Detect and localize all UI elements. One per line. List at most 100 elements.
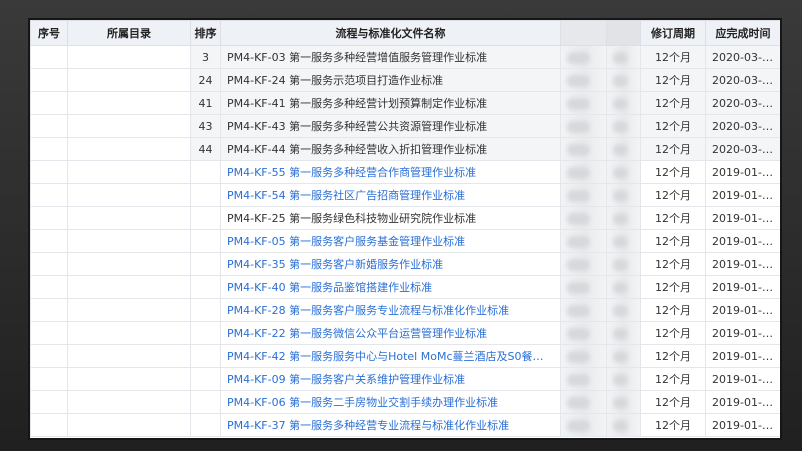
revision-period-cell: 12个月 — [640, 68, 706, 92]
table-row[interactable]: PM4-KF-28 第一服务客户服务专业流程与标准化作业标准 12个月 2019-0… — [30, 298, 780, 322]
file-name-cell[interactable]: PM4-KF-28 第一服务客户服务专业流程与标准化作业标准 — [220, 298, 561, 322]
revision-period-cell: 12个月 — [640, 413, 706, 437]
due-date-cell: 2019-01-15 — [705, 390, 780, 414]
redacted-text — [613, 419, 628, 432]
redacted-cell-2 — [606, 367, 641, 391]
order-cell — [190, 252, 221, 276]
revision-period-cell: 12个月 — [640, 275, 706, 299]
file-name-cell[interactable]: PM4-KF-06 第一服务二手房物业交割手续办理作业标准 — [220, 390, 561, 414]
seq-cell — [30, 45, 68, 69]
due-date-cell: 2019-01-15 — [705, 413, 780, 437]
redacted-cell-2 — [606, 45, 641, 69]
order-cell — [190, 367, 221, 391]
redacted-cell-1 — [560, 183, 607, 207]
seq-cell — [30, 252, 68, 276]
revision-period-cell: 12个月 — [640, 390, 706, 414]
file-name-cell[interactable]: PM4-KF-55 第一服务多种经营合作商管理作业标准 — [220, 160, 561, 184]
table-row[interactable]: PM4-KF-35 第一服务客户新婚服务作业标准 12个月 2019-01-15 — [30, 252, 780, 276]
table-row[interactable]: 3 PM4-KF-03 第一服务多种经营增值服务管理作业标准 12个月 2020-03… — [30, 45, 780, 69]
order-cell: 24 — [190, 68, 221, 92]
revision-period-cell: 12个月 — [640, 45, 706, 69]
redacted-text — [567, 281, 591, 294]
table-row[interactable]: PM4-KF-25 第一服务绿色科技物业研究院作业标准 12个月 2019-01-1… — [30, 206, 780, 230]
file-name-cell: PM4-KF-24 第一服务示范项目打造作业标准 — [220, 68, 561, 92]
due-date-cell: 2019-01-15 — [705, 160, 780, 184]
header-due-date[interactable]: 应完成时间 — [705, 20, 780, 46]
due-date-cell: 2019-01-15 — [705, 206, 780, 230]
directory-cell — [67, 321, 191, 345]
revision-period-cell: 12个月 — [640, 367, 706, 391]
seq-cell — [30, 413, 68, 437]
order-cell: 41 — [190, 91, 221, 115]
redacted-text — [567, 419, 591, 432]
file-name-cell: PM4-KF-03 第一服务多种经营增值服务管理作业标准 — [220, 45, 561, 69]
file-name-cell[interactable]: PM4-KF-35 第一服务客户新婚服务作业标准 — [220, 252, 561, 276]
redacted-cell-2 — [606, 68, 641, 92]
document-list-screen: 序号 所属目录 排序 流程与标准化文件名称 修订周期 应完成时间 3 PM4-KF… — [30, 20, 780, 438]
header-directory[interactable]: 所属目录 — [67, 20, 191, 46]
redacted-cell-2 — [606, 413, 641, 437]
file-name-cell[interactable]: PM4-KF-37 第一服务多种经营专业流程与标准化作业标准 — [220, 413, 561, 437]
table-row[interactable]: PM4-KF-37 第一服务多种经营专业流程与标准化作业标准 12个月 2019-0… — [30, 413, 780, 437]
revision-period-cell: 12个月 — [640, 91, 706, 115]
due-date-cell: 2020-03-05 — [705, 91, 780, 115]
due-date-cell: 2019-01-15 — [705, 229, 780, 253]
due-date-cell: 2019-01-15 — [705, 344, 780, 368]
redacted-text — [567, 327, 591, 340]
table-row[interactable]: 44 PM4-KF-44 第一服务多种经营收入折扣管理作业标准 12个月 2020-0… — [30, 137, 780, 161]
table-row[interactable]: PM4-KF-42 第一服务服务中心与Hotel MoMc蔓兰酒店及S0餐厅协作… — [30, 344, 780, 368]
table-header: 序号 所属目录 排序 流程与标准化文件名称 修订周期 应完成时间 — [30, 20, 780, 46]
table-row[interactable]: PM4-KF-40 第一服务品鉴馆搭建作业标准 12个月 2019-01-15 — [30, 275, 780, 299]
redacted-text — [567, 166, 591, 179]
seq-cell — [30, 367, 68, 391]
table-row[interactable]: PM4-KF-55 第一服务多种经营合作商管理作业标准 12个月 2019-01-1… — [30, 160, 780, 184]
redacted-text — [567, 143, 591, 156]
order-cell — [190, 275, 221, 299]
order-cell — [190, 206, 221, 230]
redacted-cell-1 — [560, 160, 607, 184]
file-name-cell[interactable]: PM4-KF-22 第一服务微信公众平台运营管理作业标准 — [220, 321, 561, 345]
revision-period-cell: 12个月 — [640, 114, 706, 138]
redacted-cell-2 — [606, 183, 641, 207]
due-date-cell: 2020-03-06 — [705, 137, 780, 161]
header-seq[interactable]: 序号 — [30, 20, 68, 46]
seq-cell — [30, 114, 68, 138]
file-name-cell[interactable]: PM4-KF-09 第一服务客户关系维护管理作业标准 — [220, 367, 561, 391]
redacted-cell-2 — [606, 321, 641, 345]
directory-cell — [67, 206, 191, 230]
directory-cell — [67, 275, 191, 299]
table-row[interactable]: 24 PM4-KF-24 第一服务示范项目打造作业标准 12个月 2020-03-05 — [30, 68, 780, 92]
order-cell: 3 — [190, 45, 221, 69]
header-revision-period[interactable]: 修订周期 — [640, 20, 706, 46]
table-row[interactable]: PM4-KF-06 第一服务二手房物业交割手续办理作业标准 12个月 2019-01… — [30, 390, 780, 414]
table-row[interactable]: 41 PM4-KF-41 第一服务多种经营计划预算制定作业标准 12个月 2020-0… — [30, 91, 780, 115]
directory-cell — [67, 344, 191, 368]
table-row[interactable]: PM4-KF-54 第一服务社区广告招商管理作业标准 12个月 2019-01-15 — [30, 183, 780, 207]
redacted-cell-2 — [606, 390, 641, 414]
redacted-cell-1 — [560, 275, 607, 299]
order-cell — [190, 390, 221, 414]
file-name-cell[interactable]: PM4-KF-42 第一服务服务中心与Hotel MoMc蔓兰酒店及S0餐厅协作… — [220, 344, 561, 368]
file-name-cell[interactable]: PM4-KF-05 第一服务客户服务基金管理作业标准 — [220, 229, 561, 253]
order-cell — [190, 160, 221, 184]
redacted-text — [613, 166, 628, 179]
redacted-cell-1 — [560, 321, 607, 345]
table-row[interactable]: PM4-KF-22 第一服务微信公众平台运营管理作业标准 12个月 2019-01-… — [30, 321, 780, 345]
table-row[interactable]: PM4-KF-09 第一服务客户关系维护管理作业标准 12个月 2019-01-15 — [30, 367, 780, 391]
redacted-cell-2 — [606, 344, 641, 368]
redacted-cell-1 — [560, 137, 607, 161]
directory-cell — [67, 298, 191, 322]
seq-cell — [30, 390, 68, 414]
redacted-text — [613, 120, 628, 133]
revision-period-cell: 12个月 — [640, 160, 706, 184]
redacted-text — [567, 97, 591, 110]
header-file-name[interactable]: 流程与标准化文件名称 — [220, 20, 561, 46]
file-name-cell[interactable]: PM4-KF-54 第一服务社区广告招商管理作业标准 — [220, 183, 561, 207]
redacted-cell-1 — [560, 252, 607, 276]
due-date-cell: 2019-01-15 — [705, 367, 780, 391]
table-row[interactable]: 43 PM4-KF-43 第一服务多种经营公共资源管理作业标准 12个月 2020-0… — [30, 114, 780, 138]
header-order[interactable]: 排序 — [190, 20, 221, 46]
file-name-cell[interactable]: PM4-KF-40 第一服务品鉴馆搭建作业标准 — [220, 275, 561, 299]
table-row[interactable]: PM4-KF-05 第一服务客户服务基金管理作业标准 12个月 2019-01-15 — [30, 229, 780, 253]
due-date-cell: 2019-01-15 — [705, 183, 780, 207]
